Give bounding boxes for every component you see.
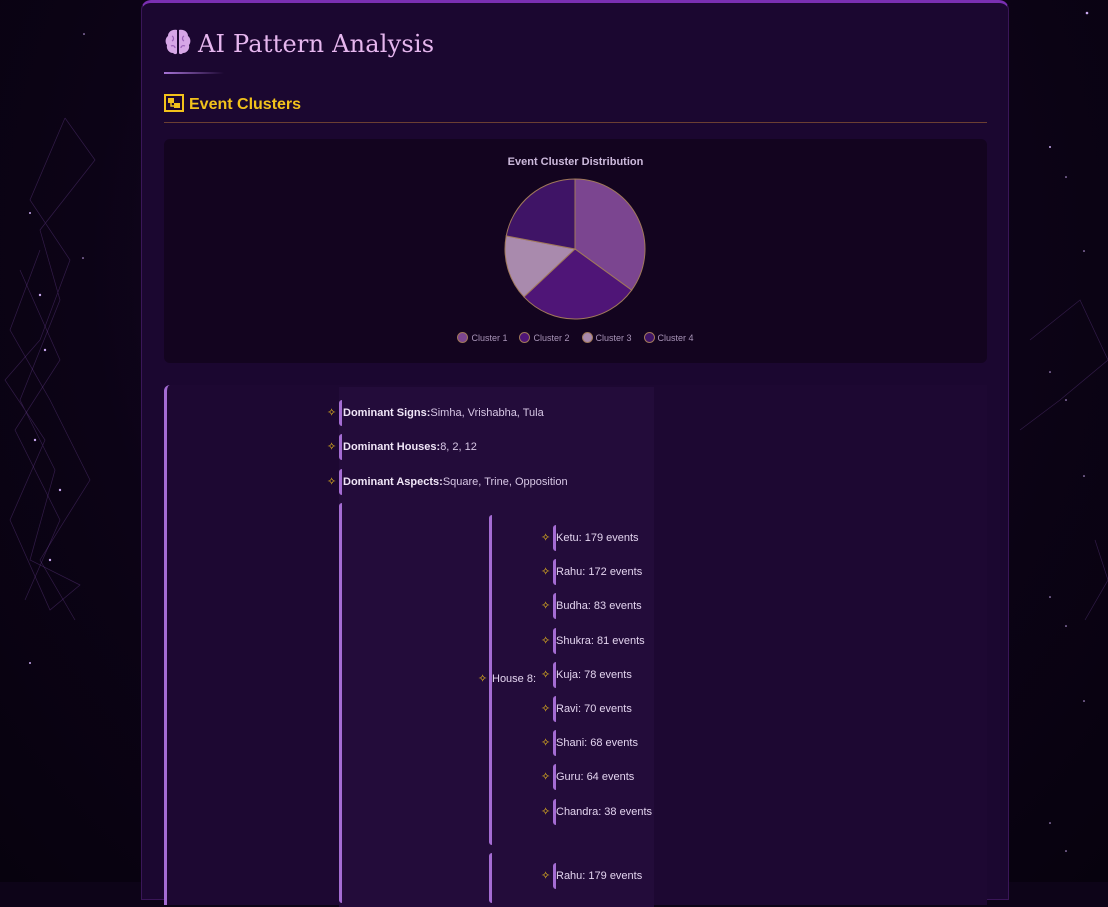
event-list-item: Chandra: 38 events — [553, 798, 653, 825]
pie-chart — [504, 178, 646, 320]
house-8-label: House 8: — [492, 673, 537, 685]
row-bar — [553, 696, 556, 722]
row-bar — [553, 661, 556, 688]
event-list-item: Ketu: 179 events — [553, 525, 639, 551]
row-bar — [553, 863, 556, 889]
row-bar — [553, 764, 556, 791]
row-bar — [553, 798, 556, 825]
legend-label: Cluster 1 — [471, 332, 508, 343]
title-underline — [164, 72, 224, 74]
page-header: AI Pattern Analysis — [164, 27, 434, 61]
legend-item-4[interactable]: Cluster 4 — [643, 332, 694, 343]
row-bar — [553, 627, 556, 654]
dominant-houses-value: 8, 2, 12 — [440, 441, 477, 453]
row-bar — [339, 434, 342, 460]
star-icon: ✧ — [541, 667, 551, 681]
cluster-chart: Event Cluster Distribution Cluster 1 Clus… — [164, 139, 987, 363]
dominant-houses-row: Dominant Houses: 8, 2, 12 — [339, 434, 477, 460]
legend-label: Cluster 2 — [533, 332, 570, 343]
event-text: Guru: 64 events — [556, 771, 635, 784]
dominant-aspects-value: Square, Trine, Opposition — [442, 476, 568, 488]
row-bar — [553, 593, 556, 620]
row-bar — [553, 730, 556, 757]
event-list-item: Shani: 68 events — [553, 730, 638, 757]
house-list-bracket — [339, 503, 342, 903]
row-bar — [553, 525, 556, 551]
legend-swatch — [519, 332, 531, 343]
event-text: Rahu: 179 events — [556, 870, 643, 882]
event-text: Shani: 68 events — [556, 737, 638, 750]
cluster-icon — [164, 93, 184, 117]
star-icon: ✧ — [541, 869, 551, 882]
row-bar — [339, 400, 342, 426]
star-icon: ✧ — [541, 565, 551, 579]
event-text: Chandra: 38 events — [556, 805, 653, 818]
event-text: Ravi: 70 events — [556, 703, 632, 715]
dominant-signs-value: Simha, Vrishabha, Tula — [430, 407, 544, 419]
legend-label: Cluster 3 — [595, 332, 632, 343]
event-list-item: Guru: 64 events — [553, 764, 635, 791]
section-header: Event Clusters — [164, 93, 301, 117]
event-list-item: Rahu: 172 events — [553, 559, 643, 586]
star-icon: ✧ — [541, 531, 551, 544]
star-icon: ✧ — [541, 736, 551, 750]
star-icon: ✧ — [541, 599, 551, 613]
star-icon: ✧ — [541, 702, 551, 715]
event-text: Budha: 83 events — [556, 600, 642, 613]
legend-swatch — [457, 332, 469, 343]
dominant-houses-key: Dominant Houses: — [343, 441, 441, 453]
legend-item-2[interactable]: Cluster 2 — [519, 332, 570, 343]
section-title: Event Clusters — [189, 96, 302, 113]
event-list-item: Budha: 83 events — [553, 593, 642, 620]
star-icon: ✧ — [541, 633, 551, 647]
dominant-aspects-key: Dominant Aspects: — [343, 476, 443, 488]
legend-item-1[interactable]: Cluster 1 — [457, 332, 507, 343]
row-bar — [553, 559, 556, 586]
star-icon: ✧ — [327, 475, 337, 488]
analysis-panel: AI Pattern Analysis Event Clusters Event… — [141, 0, 1009, 907]
dominant-signs-row: Dominant Signs: Simha, Vrishabha, Tula — [339, 400, 544, 426]
star-icon: ✧ — [327, 406, 337, 419]
event-text: Shukra: 81 events — [556, 634, 645, 647]
legend-swatch — [581, 332, 593, 343]
star-icon: ✧ — [478, 672, 488, 685]
legend-item-3[interactable]: Cluster 3 — [581, 332, 632, 343]
event-list-item: Ravi: 70 events — [553, 696, 632, 722]
event-list-item: Rahu: 179 events — [553, 863, 642, 889]
legend-swatch — [643, 332, 655, 343]
chart-legend: Cluster 1 Cluster 2 Cluster 3 Cluster 4 — [164, 332, 987, 343]
event-text: Rahu: 172 events — [556, 566, 643, 579]
row-bar — [339, 469, 342, 495]
house-next-bracket — [489, 853, 492, 903]
star-icon: ✧ — [327, 440, 337, 453]
event-list-item: Shukra: 81 events — [553, 627, 645, 654]
section-divider — [164, 122, 987, 123]
event-text: Kuja: 78 events — [556, 668, 632, 681]
brain-icon — [164, 27, 192, 61]
event-text: Ketu: 179 events — [556, 532, 639, 544]
page-title: AI Pattern Analysis — [198, 30, 435, 58]
legend-label: Cluster 4 — [657, 332, 694, 343]
star-icon: ✧ — [541, 804, 551, 818]
star-icon: ✧ — [541, 770, 551, 784]
dominant-aspects-row: Dominant Aspects: Square, Trine, Opposit… — [339, 469, 568, 495]
event-list-item: Kuja: 78 events — [553, 661, 632, 688]
dominant-signs-key: Dominant Signs: — [343, 407, 431, 419]
